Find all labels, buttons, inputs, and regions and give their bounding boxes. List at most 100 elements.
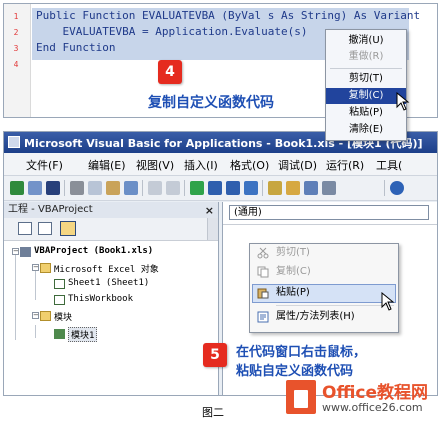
folder-icon — [40, 311, 51, 321]
menu-view[interactable]: 视图(V) — [136, 157, 174, 173]
excel-view-icon[interactable] — [10, 181, 24, 195]
vba-app-icon — [8, 136, 20, 148]
menu-file[interactable]: 文件(F) — [26, 157, 63, 173]
toggle-folders-icon[interactable] — [60, 221, 76, 236]
office-logo-icon — [286, 380, 316, 414]
menu-item-copy[interactable]: 复制(C) — [276, 263, 311, 281]
object-browser-icon[interactable] — [304, 181, 318, 195]
editor-context-menu: 撤消(U) 重做(R) 剪切(T) 复制(C) 粘贴(P) 清除(E) — [325, 29, 407, 141]
menu-item-copy[interactable]: 复制(C) — [326, 88, 406, 104]
toolbar-separator — [184, 180, 185, 196]
office26-watermark: Office教程网 www.office26.com — [286, 378, 434, 420]
project-pane-toolbar — [4, 218, 218, 241]
pane-scrollbar[interactable] — [207, 218, 218, 240]
toolbar-separator — [142, 180, 143, 196]
project-explorer-icon[interactable] — [268, 181, 282, 195]
paste-icon — [257, 288, 269, 299]
menu-edit[interactable]: 编辑(E) — [88, 157, 126, 173]
find-icon[interactable] — [124, 181, 138, 195]
menu-debug[interactable]: 调试(D) — [278, 157, 317, 173]
tree-collapse-box[interactable]: − — [12, 248, 19, 255]
project-pane-title: 工程 - VBAProject — [8, 204, 93, 215]
watermark-url: www.office26.com — [322, 401, 423, 414]
worksheet-icon — [54, 279, 65, 289]
tree-node-sheet1[interactable]: Sheet1 (Sheet1) — [68, 278, 149, 288]
menu-item-list-properties-methods[interactable]: 属性/方法列表(H) — [276, 308, 355, 326]
menu-separator — [276, 305, 394, 306]
highlighted-item-background — [252, 284, 396, 303]
project-pane-header: 工程 - VBAProject × — [4, 202, 218, 218]
toolbar-separator — [64, 180, 65, 196]
tree-line — [15, 252, 16, 340]
scissors-icon — [257, 247, 269, 259]
menu-item-undo[interactable]: 撤消(U) — [326, 33, 406, 49]
line-number: 2 — [13, 28, 19, 37]
tree-node-excel-objects[interactable]: Microsoft Excel 对象 — [54, 262, 159, 275]
view-code-icon[interactable] — [18, 222, 32, 235]
menu-item-paste[interactable]: 粘贴(P) — [326, 105, 406, 121]
mouse-cursor-icon — [381, 292, 395, 311]
workbook-icon — [54, 295, 65, 305]
step-5-caption-line2: 粘贴自定义函数代码 — [236, 364, 354, 379]
line-number: 4 — [13, 60, 19, 69]
properties-icon[interactable] — [286, 181, 300, 195]
mouse-cursor-icon — [396, 92, 410, 111]
project-explorer-pane: 工程 - VBAProject × − VBAProject (Book1.xl… — [4, 202, 219, 395]
tree-collapse-box[interactable]: − — [32, 312, 39, 319]
redo-icon[interactable] — [166, 181, 180, 195]
help-icon[interactable] — [390, 181, 404, 195]
view-object-icon[interactable] — [38, 222, 52, 235]
menu-insert[interactable]: 插入(I) — [184, 157, 218, 173]
figure-caption: 图二 — [202, 406, 224, 419]
code-window-context-menu: 剪切(T) 复制(C) 粘贴(P) 属性/方法列表(H) — [249, 243, 399, 333]
toolbox-icon[interactable] — [322, 181, 336, 195]
member-list-icon — [257, 311, 269, 323]
close-pane-icon[interactable]: × — [205, 203, 214, 219]
menu-item-redo[interactable]: 重做(R) — [326, 49, 406, 65]
code-line[interactable]: EVALUATEVBA = Application.Evaluate(s) — [36, 24, 307, 39]
vba-project-icon — [20, 247, 31, 257]
menu-run[interactable]: 运行(R) — [326, 157, 364, 173]
line-number: 1 — [13, 12, 19, 21]
step-4-caption: 复制自定义函数代码 — [148, 95, 274, 111]
toolbar-separator — [262, 180, 263, 196]
tree-node-module1[interactable]: 模块1 — [68, 327, 98, 342]
design-mode-icon[interactable] — [244, 181, 258, 195]
object-dropdown[interactable]: (通用) — [229, 205, 429, 220]
toolbar-separator — [384, 180, 385, 196]
menu-item-paste[interactable]: 粘贴(P) — [276, 284, 310, 302]
standard-toolbar — [4, 176, 437, 201]
run-icon[interactable] — [190, 181, 204, 195]
step-5-caption-line1: 在代码窗口右击鼠标， — [236, 345, 367, 360]
code-line[interactable]: End Function — [36, 40, 115, 55]
copy-icon[interactable] — [88, 181, 102, 195]
menu-format[interactable]: 格式(O) — [230, 157, 269, 173]
insert-module-icon[interactable] — [28, 181, 42, 195]
menu-item-cut[interactable]: 剪切(T) — [276, 244, 310, 262]
menu-item-clear[interactable]: 清除(E) — [326, 122, 406, 138]
menu-item-cut[interactable]: 剪切(T) — [326, 71, 406, 87]
pause-icon[interactable] — [208, 181, 222, 195]
menu-tools[interactable]: 工具( — [376, 157, 402, 173]
tree-line — [35, 268, 36, 300]
code-line[interactable]: Public Function EVALUATEVBA (ByVal s As … — [36, 8, 420, 23]
cut-icon[interactable] — [70, 181, 84, 195]
undo-icon[interactable] — [148, 181, 162, 195]
code-window-divider — [223, 224, 437, 225]
tree-line — [35, 325, 36, 338]
menu-separator — [330, 68, 402, 69]
module-icon — [54, 329, 65, 339]
save-icon[interactable] — [46, 181, 60, 195]
paste-icon[interactable] — [106, 181, 120, 195]
tree-node-vbaproject[interactable]: VBAProject (Book1.xls) — [34, 246, 153, 256]
tree-node-thisworkbook[interactable]: ThisWorkbook — [68, 294, 133, 304]
tree-node-modules[interactable]: 模块 — [54, 310, 72, 323]
line-number: 3 — [13, 44, 19, 53]
stop-icon[interactable] — [226, 181, 240, 195]
menu-bar: 文件(F) 编辑(E) 视图(V) 插入(I) 格式(O) 调试(D) 运行(R… — [4, 153, 437, 176]
copy-icon — [257, 266, 269, 278]
step-4-badge: 4 — [158, 60, 182, 84]
tree-collapse-box[interactable]: − — [32, 264, 39, 271]
watermark-site-name: Office教程网 — [322, 383, 429, 403]
step-5-badge: 5 — [203, 343, 227, 367]
